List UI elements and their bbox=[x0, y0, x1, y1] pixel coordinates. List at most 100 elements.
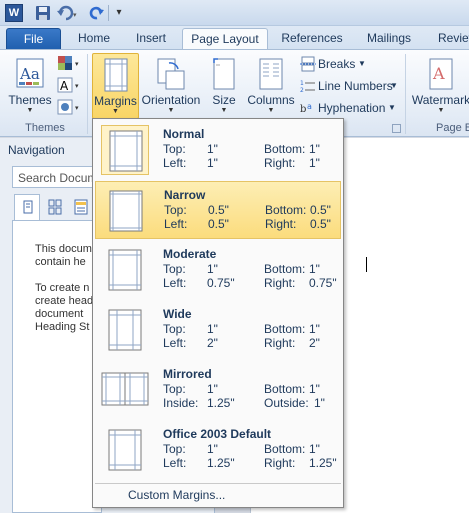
option-value: 0.5" bbox=[310, 217, 331, 231]
option-value: 1" bbox=[314, 396, 325, 410]
office-2003-margins-icon bbox=[101, 425, 149, 475]
browse-results-tab[interactable] bbox=[68, 194, 94, 220]
tab-references[interactable]: References bbox=[274, 28, 350, 50]
option-value: 1" bbox=[309, 442, 320, 456]
navigation-search-input[interactable]: Search Docume bbox=[12, 166, 102, 188]
option-name: Moderate bbox=[163, 247, 217, 261]
option-value: 2" bbox=[309, 336, 320, 350]
line-numbers-chevron-down-icon: ▼ bbox=[390, 81, 398, 90]
option-key: Right: bbox=[264, 156, 296, 170]
ribbon-tabs: File Home Insert Page Layout References … bbox=[0, 26, 469, 51]
pages-icon bbox=[48, 199, 62, 215]
orientation-icon bbox=[157, 58, 185, 90]
option-name: Wide bbox=[163, 307, 192, 321]
option-value: 1" bbox=[309, 262, 320, 276]
orientation-label: Orientation bbox=[141, 93, 201, 107]
option-value: 1" bbox=[309, 156, 320, 170]
breaks-label: Breaks bbox=[318, 57, 356, 71]
line-numbers-label: Line Numbers bbox=[318, 79, 393, 93]
line-numbers-icon: 12 bbox=[300, 80, 315, 94]
watermark-button[interactable]: A Watermark ▼ bbox=[410, 53, 469, 119]
undo-icon[interactable]: ▾ bbox=[56, 4, 77, 22]
size-button[interactable]: Size ▼ bbox=[205, 53, 243, 119]
option-value: 0.5" bbox=[208, 217, 229, 231]
option-value: 0.75" bbox=[207, 276, 235, 290]
svg-text:a: a bbox=[307, 102, 312, 111]
breaks-button[interactable]: Breaks ▼ bbox=[300, 54, 370, 74]
tab-review[interactable]: Review bbox=[428, 28, 469, 50]
svg-text:1: 1 bbox=[300, 80, 304, 87]
hyphenation-chevron-down-icon: ▼ bbox=[388, 103, 396, 112]
option-key: Outside: bbox=[264, 396, 309, 410]
option-key: Right: bbox=[264, 336, 296, 350]
margin-option-moderate[interactable]: Moderate Top: 1" Bottom: 1" Left: 0.75" … bbox=[95, 241, 341, 299]
margin-option-wide[interactable]: Wide Top: 1" Bottom: 1" Left: 2" Right: … bbox=[95, 301, 341, 359]
tab-mailings[interactable]: Mailings bbox=[356, 28, 422, 50]
option-key: Bottom: bbox=[264, 142, 306, 156]
margin-option-normal[interactable]: Normal Top: 1" Bottom: 1" Left: 1" Right… bbox=[95, 121, 341, 179]
columns-chevron-down-icon: ▼ bbox=[267, 107, 275, 114]
page-setup-dialog-launcher-icon[interactable] bbox=[392, 124, 401, 133]
quick-access-toolbar: W ▾ ▾ bbox=[0, 0, 469, 26]
margin-option-narrow[interactable]: Narrow Top: 0.5" Bottom: 0.5" Left: 0.5"… bbox=[95, 181, 341, 239]
option-value: 1.25" bbox=[309, 456, 337, 470]
option-value: 1" bbox=[207, 142, 218, 156]
nav-message-line: create head bbox=[35, 295, 94, 307]
margins-button[interactable]: Margins ▼ bbox=[92, 53, 139, 119]
themes-label: Themes bbox=[8, 93, 52, 107]
margin-option-office-2003-default[interactable]: Office 2003 Default Top: 1" Bottom: 1" L… bbox=[95, 421, 341, 479]
svg-text:▾: ▾ bbox=[73, 11, 77, 19]
theme-fonts-icon[interactable]: A ▾ bbox=[56, 76, 82, 96]
svg-text:▾: ▾ bbox=[75, 104, 79, 112]
orientation-button[interactable]: Orientation ▼ bbox=[141, 53, 201, 119]
watermark-icon: A bbox=[429, 58, 453, 90]
tab-insert[interactable]: Insert bbox=[124, 28, 178, 50]
themes-button[interactable]: Aa Themes ▼ bbox=[6, 53, 54, 119]
line-numbers-button[interactable]: 12 Line Numbers ▼ bbox=[300, 76, 400, 96]
option-key: Right: bbox=[264, 456, 296, 470]
option-value: 0.5" bbox=[208, 203, 229, 217]
option-key: Bottom: bbox=[264, 442, 306, 456]
option-value: 1.25" bbox=[207, 396, 235, 410]
size-icon bbox=[213, 58, 235, 90]
option-value: 0.75" bbox=[309, 276, 337, 290]
option-key: Bottom: bbox=[264, 382, 306, 396]
nav-message-line: To create n bbox=[35, 282, 90, 294]
hyphenation-label: Hyphenation bbox=[318, 101, 386, 115]
margin-option-mirrored[interactable]: Mirrored Top: 1" Bottom: 1" Inside: 1.25… bbox=[95, 361, 341, 419]
option-key: Top: bbox=[163, 142, 186, 156]
svg-text:▾: ▾ bbox=[75, 60, 79, 68]
option-name: Normal bbox=[163, 127, 205, 141]
redo-icon[interactable] bbox=[88, 4, 106, 22]
theme-effects-icon[interactable]: ▾ bbox=[56, 98, 82, 118]
option-key: Left: bbox=[163, 336, 187, 350]
customize-qat-icon[interactable]: ▾ bbox=[112, 4, 126, 22]
option-value: 1" bbox=[207, 382, 218, 396]
theme-colors-icon[interactable]: ▾ bbox=[56, 54, 82, 74]
option-key: Top: bbox=[163, 322, 186, 336]
margins-dropdown: Normal Top: 1" Bottom: 1" Left: 1" Right… bbox=[92, 118, 344, 508]
results-icon bbox=[74, 199, 88, 215]
browse-headings-tab[interactable] bbox=[14, 194, 40, 220]
word-logo-icon[interactable]: W bbox=[5, 4, 23, 22]
columns-button[interactable]: Columns ▼ bbox=[246, 53, 296, 119]
option-name: Office 2003 Default bbox=[163, 427, 272, 441]
svg-text:b: b bbox=[300, 104, 306, 115]
watermark-chevron-down-icon: ▼ bbox=[437, 107, 445, 114]
size-label: Size bbox=[212, 93, 236, 107]
size-chevron-down-icon: ▼ bbox=[220, 107, 228, 114]
custom-margins-button[interactable]: Custom Margins... bbox=[95, 483, 341, 505]
option-name: Narrow bbox=[164, 188, 206, 202]
tab-home[interactable]: Home bbox=[68, 28, 120, 50]
option-value: 1" bbox=[207, 262, 218, 276]
hyphenation-button[interactable]: ba Hyphenation ▼ bbox=[300, 98, 400, 118]
svg-text:Aa: Aa bbox=[19, 65, 40, 83]
hyphenation-icon: ba bbox=[300, 102, 312, 115]
save-icon[interactable] bbox=[34, 4, 52, 22]
group-separator bbox=[405, 54, 406, 134]
browse-pages-tab[interactable] bbox=[42, 194, 68, 220]
tab-page-layout[interactable]: Page Layout bbox=[182, 28, 268, 51]
option-value: 1" bbox=[309, 382, 320, 396]
tab-file[interactable]: File bbox=[6, 28, 61, 50]
option-key: Right: bbox=[265, 217, 297, 231]
